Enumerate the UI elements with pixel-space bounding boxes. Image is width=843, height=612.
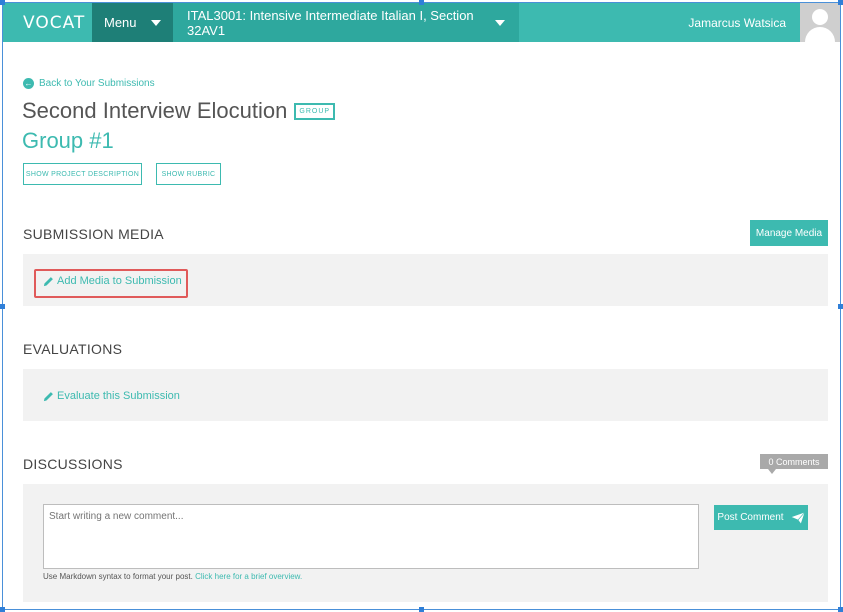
resize-handle[interactable] (419, 607, 424, 612)
chevron-down-icon (151, 19, 161, 26)
evaluate-submission-link[interactable]: Evaluate this Submission (43, 390, 180, 402)
top-navigation-bar: VOCAT Menu ITAL3001: Intensive Intermedi… (3, 3, 840, 42)
avatar-body-shape (805, 27, 835, 42)
submission-media-heading: SUBMISSION MEDIA (23, 226, 164, 242)
course-selector-dropdown[interactable]: ITAL3001: Intensive Intermediate Italian… (173, 3, 519, 42)
user-name[interactable]: Jamarcus Watsica (688, 3, 800, 42)
resize-handle[interactable] (0, 607, 5, 612)
highlight-box (34, 269, 188, 298)
chevron-down-icon (495, 19, 505, 26)
paper-plane-icon (790, 511, 805, 524)
evaluate-label: Evaluate this Submission (57, 390, 180, 402)
discussions-heading: DISCUSSIONS (23, 456, 123, 472)
avatar-head-shape (812, 9, 828, 25)
post-comment-button[interactable]: Post Comment (714, 505, 808, 530)
menu-dropdown-button[interactable]: Menu (92, 3, 173, 42)
vocat-logo[interactable]: VOCAT (3, 3, 92, 42)
resize-handle[interactable] (0, 304, 5, 309)
arrow-left-circle-icon: ← (23, 78, 34, 89)
manage-media-button[interactable]: Manage Media (750, 220, 828, 246)
evaluations-heading: EVALUATIONS (23, 341, 123, 357)
resize-handle[interactable] (838, 0, 843, 5)
back-to-submissions-link[interactable]: ← Back to Your Submissions (23, 78, 155, 89)
user-avatar[interactable] (800, 3, 840, 42)
resize-handle[interactable] (838, 304, 843, 309)
markdown-note: Use Markdown syntax to format your post.… (43, 572, 302, 581)
resize-handle[interactable] (419, 0, 424, 5)
show-project-description-button[interactable]: SHOW PROJECT DESCRIPTION (23, 163, 142, 185)
markdown-overview-link[interactable]: Click here for a brief overview. (195, 572, 302, 581)
markdown-note-text: Use Markdown syntax to format your post. (43, 572, 193, 581)
resize-handle[interactable] (838, 607, 843, 612)
menu-label: Menu (104, 15, 137, 30)
post-comment-label: Post Comment (717, 512, 784, 523)
new-comment-textarea[interactable] (43, 504, 699, 569)
group-name: Group #1 (22, 128, 114, 153)
group-badge: GROUP (294, 102, 336, 120)
project-title: Second Interview Elocution (22, 98, 288, 123)
pencil-icon (43, 391, 53, 401)
resize-handle[interactable] (0, 0, 5, 5)
page-title: Second Interview Elocution GROUP (22, 98, 336, 124)
back-link-label: Back to Your Submissions (39, 78, 155, 89)
course-label: ITAL3001: Intensive Intermediate Italian… (187, 7, 474, 38)
comments-count-badge: 0 Comments (760, 454, 828, 474)
show-rubric-button[interactable]: SHOW RUBRIC (156, 163, 221, 185)
